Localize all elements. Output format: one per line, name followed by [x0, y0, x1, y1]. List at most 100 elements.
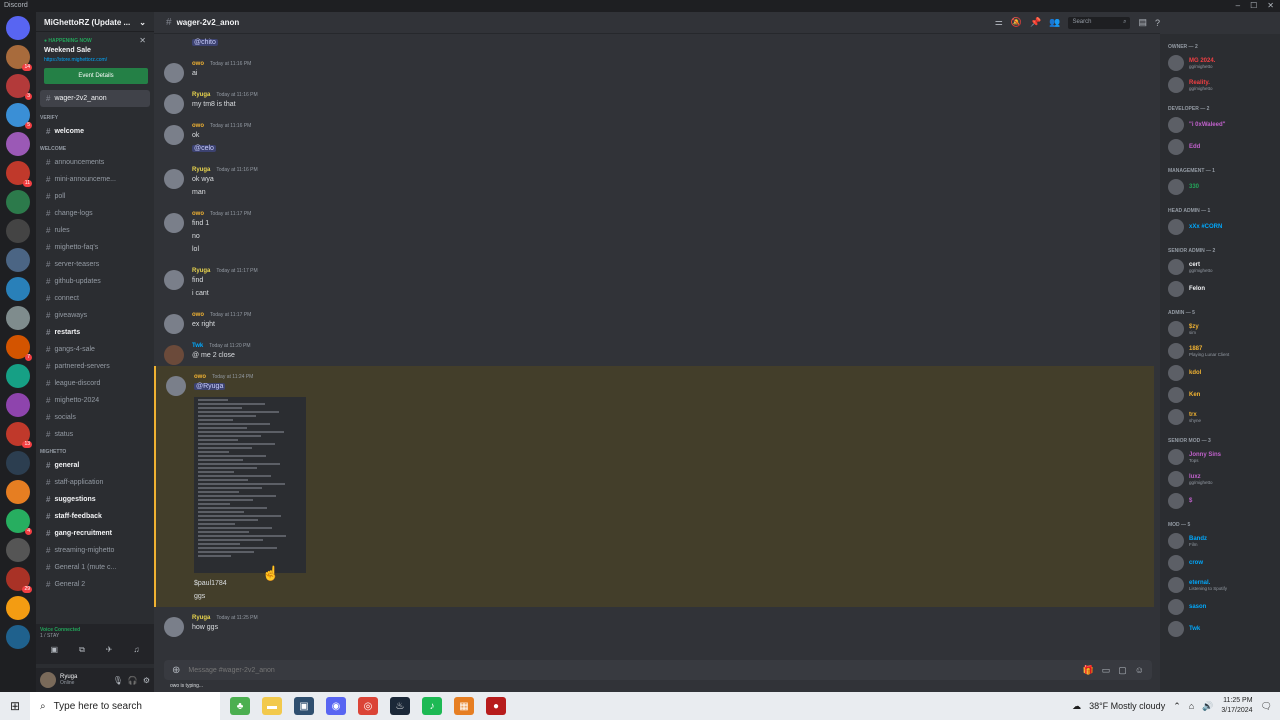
channel-item[interactable]: # gang-recruitment	[36, 525, 154, 542]
avatar[interactable]	[164, 617, 184, 637]
channel-item[interactable]: # github-updates	[36, 273, 154, 290]
close-icon[interactable]: ✕	[1267, 0, 1274, 12]
gift-icon[interactable]: 🎁	[1083, 665, 1094, 676]
windows-start-icon[interactable]: ⊞	[0, 699, 30, 713]
channel-item[interactable]: # suggestions	[36, 491, 154, 508]
channel-item[interactable]: # socials	[36, 409, 154, 426]
minimize-icon[interactable]: –	[1236, 0, 1240, 12]
mic-icon[interactable]: 🎙	[113, 676, 123, 685]
channel-item[interactable]: # rules	[36, 222, 154, 239]
message[interactable]: Ryuga Today at 11:25 PM how ggs	[154, 607, 1154, 638]
member-item[interactable]: luxz gg/mighetto	[1160, 468, 1280, 490]
add-attachment-icon[interactable]: ⊕	[172, 665, 180, 676]
channel-item[interactable]: # mighetto-faq's	[36, 239, 154, 256]
server-icon[interactable]: 7	[6, 335, 32, 361]
emoji-icon[interactable]: ☺	[1135, 665, 1144, 676]
channel-item[interactable]: # status	[36, 426, 154, 443]
channel-item[interactable]: # announcements	[36, 154, 154, 171]
obs-icon[interactable]: ▦	[454, 697, 474, 715]
pin-icon[interactable]: 📌	[1030, 17, 1041, 28]
message[interactable]: owo Today at 11:17 PM ex right	[154, 304, 1154, 335]
member-item[interactable]: Jonny Sins Tops	[1160, 446, 1280, 468]
headphones-icon[interactable]: 🎧	[128, 676, 138, 685]
spotify-icon[interactable]: ♪	[422, 697, 442, 715]
channel-item[interactable]: # staff-application	[36, 474, 154, 491]
message[interactable]: Twk Today at 11:20 PM @ me 2 close	[154, 335, 1154, 366]
event-link[interactable]: https://store.mighettorz.com/	[44, 57, 146, 63]
server-icon[interactable]	[6, 625, 30, 649]
channel-item[interactable]: # streaming-mighetto	[36, 542, 154, 559]
server-icon[interactable]	[6, 219, 30, 243]
server-header[interactable]: MiGhettoRZ (Update ... ⌄	[36, 12, 154, 32]
server-icon[interactable]	[6, 190, 30, 214]
server-icon[interactable]: 13	[6, 422, 32, 448]
server-icon[interactable]: 4	[6, 509, 32, 535]
member-item[interactable]: eternal. Listening to Spotify	[1160, 574, 1280, 596]
channel-item[interactable]: # league-discord	[36, 375, 154, 392]
server-icon[interactable]	[6, 596, 30, 620]
user-mention[interactable]: @Ryuga	[194, 383, 226, 390]
server-icon[interactable]	[6, 364, 30, 388]
channel-item[interactable]: # change-logs	[36, 205, 154, 222]
server-icon[interactable]	[6, 538, 30, 562]
server-icon[interactable]: 11	[6, 161, 32, 187]
maximize-icon[interactable]: ☐	[1250, 0, 1257, 12]
weather-text[interactable]: 38°F Mostly cloudy	[1089, 701, 1165, 711]
avatar[interactable]	[164, 213, 184, 233]
message[interactable]: @chito	[154, 34, 1154, 53]
server-icon[interactable]	[6, 132, 30, 156]
channel-item[interactable]: # staff-feedback	[36, 508, 154, 525]
channel-item[interactable]: # poll	[36, 188, 154, 205]
screen-share-icon[interactable]: ⧉	[79, 645, 85, 655]
member-item[interactable]: 1887 Playing Lunar Client	[1160, 340, 1280, 362]
member-item[interactable]: Twk	[1160, 618, 1280, 640]
message-input[interactable]	[188, 666, 1049, 674]
server-icon[interactable]	[6, 248, 30, 272]
member-item[interactable]: Edd	[1160, 136, 1280, 158]
channel-item[interactable]: # gangs-4-sale	[36, 341, 154, 358]
avatar[interactable]	[164, 169, 184, 189]
event-details-button[interactable]: Event Details	[44, 68, 148, 84]
member-item[interactable]: Felon	[1160, 278, 1280, 300]
message[interactable]: Ryuga Today at 11:17 PM find i cant	[154, 260, 1154, 304]
member-item[interactable]: Ken	[1160, 384, 1280, 406]
server-icon[interactable]: 3	[6, 74, 32, 100]
user-mention[interactable]: @celo	[192, 145, 216, 152]
avatar[interactable]	[164, 94, 184, 114]
channel-item[interactable]: # general	[36, 457, 154, 474]
member-item[interactable]: $zy sim	[1160, 318, 1280, 340]
message[interactable]: owo Today at 11:16 PM ok @celo	[154, 115, 1154, 159]
help-icon[interactable]: ?	[1155, 18, 1160, 28]
image-attachment[interactable]	[194, 397, 306, 573]
member-item[interactable]: "i 0xWaleed"	[1160, 114, 1280, 136]
inbox-icon[interactable]: ▤	[1138, 17, 1147, 28]
server-icon[interactable]	[6, 16, 30, 40]
member-item[interactable]: trx shyne	[1160, 406, 1280, 428]
gif-icon[interactable]: ▭	[1102, 665, 1111, 676]
server-icon[interactable]	[6, 451, 30, 475]
app-icon[interactable]: ●	[486, 697, 506, 715]
message[interactable]: owo Today at 11:17 PM find 1 no lol	[154, 203, 1154, 260]
chevron-up-icon[interactable]: ⌃	[1173, 701, 1181, 712]
active-channel[interactable]: # wager-2v2_anon	[40, 90, 150, 107]
close-icon[interactable]: ✕	[139, 36, 146, 45]
server-icon[interactable]: 5	[6, 103, 32, 129]
server-icon[interactable]	[6, 393, 30, 417]
member-item[interactable]: sason	[1160, 596, 1280, 618]
member-item[interactable]: Bandz Film	[1160, 530, 1280, 552]
chrome-icon[interactable]: ◎	[358, 697, 378, 715]
app-icon[interactable]: ▣	[294, 697, 314, 715]
camera-icon[interactable]: ▣	[51, 645, 59, 655]
message[interactable]: owo Today at 11:16 PM ai	[154, 53, 1154, 84]
member-item[interactable]: 330	[1160, 176, 1280, 198]
channel-item[interactable]: # partnered-servers	[36, 358, 154, 375]
server-icon[interactable]	[6, 277, 30, 301]
avatar[interactable]	[166, 376, 186, 396]
server-icon[interactable]: 14	[6, 45, 32, 71]
sticker-icon[interactable]: ▢	[1118, 665, 1127, 676]
channel-item[interactable]: # restarts	[36, 324, 154, 341]
notification-icon[interactable]: 🗨	[1261, 701, 1272, 712]
channel-item[interactable]: # mighetto-2024	[36, 392, 154, 409]
member-item[interactable]: MG 2024. gg/mighetto	[1160, 52, 1280, 74]
threads-icon[interactable]: ⚌	[995, 17, 1003, 28]
